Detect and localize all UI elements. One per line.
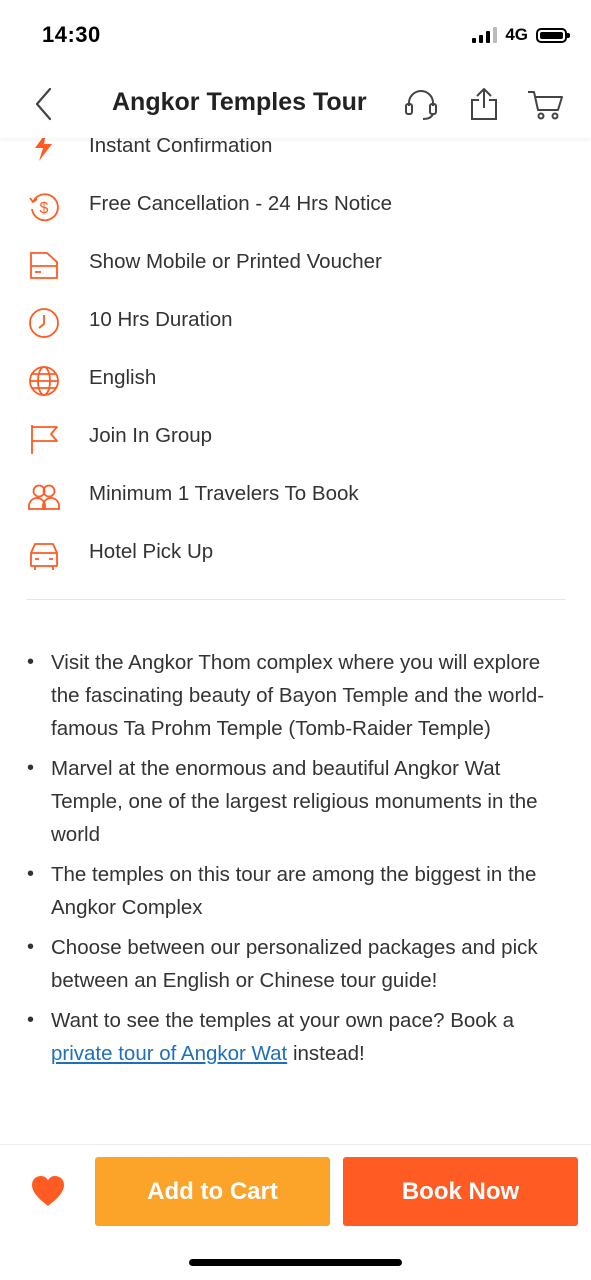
- feature-item: Hotel Pick Up: [0, 524, 591, 582]
- share-button[interactable]: [464, 84, 504, 124]
- feature-item: Join In Group: [0, 408, 591, 466]
- bottom-bar-divider: [0, 1144, 591, 1145]
- highlight-item: • Choose between our personalized packag…: [27, 936, 538, 992]
- refund-dollar-icon: $: [29, 193, 59, 222]
- clock-icon: [29, 308, 59, 338]
- battery-icon: [536, 27, 570, 43]
- flag-icon: [31, 425, 58, 454]
- highlights-list: • Visit the Angkor Thom complex where yo…: [0, 646, 591, 1077]
- share-icon: [471, 88, 497, 120]
- status-time: 14:30: [42, 22, 101, 47]
- highlight-item: • The temples on this tour are among the…: [27, 863, 537, 919]
- back-button[interactable]: [26, 84, 66, 124]
- feature-label: 10 Hrs Duration: [89, 308, 233, 331]
- home-indicator[interactable]: [189, 1259, 402, 1266]
- favorite-button[interactable]: [30, 1174, 66, 1208]
- feature-label: Minimum 1 Travelers To Book: [89, 482, 359, 505]
- feature-label: Join In Group: [89, 424, 213, 447]
- highlight-text: Visit the Angkor Thom complex where you …: [51, 651, 545, 740]
- feature-label: Hotel Pick Up: [89, 540, 214, 563]
- group-icon: [28, 484, 60, 510]
- feature-label: Free Cancellation - 24 Hrs Notice: [89, 192, 393, 215]
- status-indicators: 4G: [472, 25, 570, 45]
- book-now-button[interactable]: Book Now: [343, 1157, 578, 1226]
- headset-icon: [405, 90, 437, 120]
- nav-header: Angkor Temples Tour: [0, 70, 591, 138]
- car-icon: [30, 543, 58, 570]
- cart-icon: [528, 91, 563, 120]
- private-tour-link[interactable]: private tour of Angkor Wat: [51, 1042, 287, 1065]
- cart-button[interactable]: [525, 84, 565, 124]
- highlight-text: Want to see the temples at your own pace…: [51, 1009, 515, 1032]
- highlight-item: • Visit the Angkor Thom complex where yo…: [27, 651, 545, 740]
- support-button[interactable]: [401, 84, 441, 124]
- feature-item: 10 Hrs Duration: [0, 292, 591, 350]
- globe-icon: [29, 366, 59, 396]
- chevron-left-icon: [35, 87, 52, 121]
- status-bar: 14:30 4G: [0, 0, 591, 70]
- signal-icon: [472, 27, 498, 43]
- page-title: Angkor Temples Tour: [112, 88, 367, 116]
- svg-text:$: $: [40, 200, 49, 217]
- highlight-item: • Marvel at the enormous and beautiful A…: [27, 757, 538, 846]
- heart-icon: [32, 1176, 64, 1206]
- add-to-cart-button[interactable]: Add to Cart: [95, 1157, 330, 1226]
- highlight-text: Marvel at the enormous and beautiful Ang…: [51, 757, 538, 846]
- network-type: 4G: [505, 25, 528, 44]
- highlight-text-suffix: instead!: [287, 1042, 365, 1065]
- feature-label: Show Mobile or Printed Voucher: [89, 250, 382, 273]
- highlight-text: The temples on this tour are among the b…: [51, 863, 537, 919]
- feature-label: English: [89, 366, 157, 389]
- highlight-text: Choose between our personalized packages…: [51, 936, 538, 992]
- section-divider: [26, 599, 566, 600]
- feature-item: Minimum 1 Travelers To Book: [0, 466, 591, 524]
- feature-item: $ Free Cancellation - 24 Hrs Notice: [0, 176, 591, 234]
- feature-item: English: [0, 350, 591, 408]
- highlight-item: • Want to see the temples at your own pa…: [27, 1009, 515, 1065]
- voucher-icon: [30, 252, 58, 279]
- feature-item: Show Mobile or Printed Voucher: [0, 234, 591, 292]
